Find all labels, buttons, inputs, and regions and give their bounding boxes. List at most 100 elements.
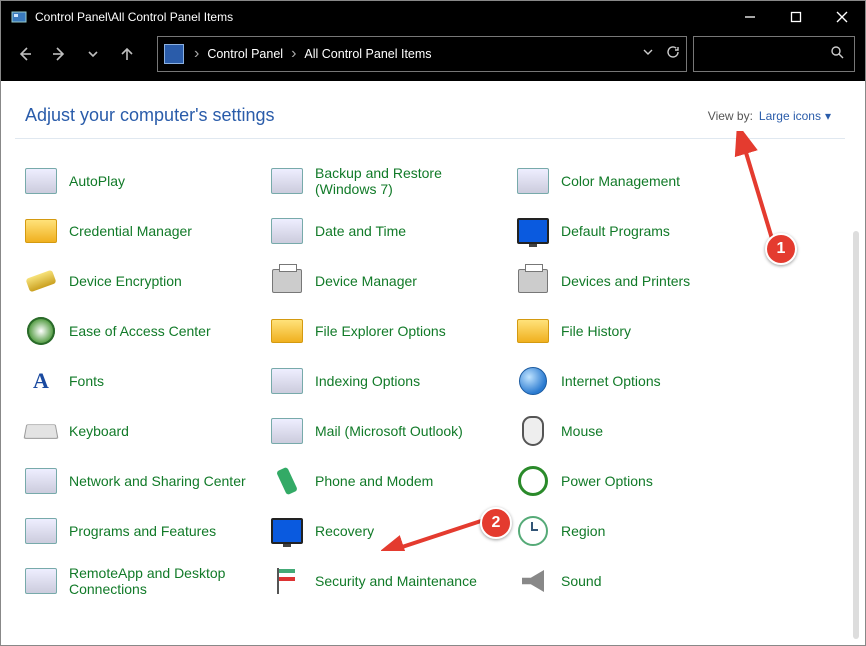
region-icon	[517, 515, 549, 547]
cpl-item-fonts[interactable]: A Fonts	[25, 365, 271, 397]
view-by-label: View by:	[708, 109, 753, 123]
address-dropdown-button[interactable]	[642, 45, 654, 63]
recovery-icon	[271, 515, 303, 547]
item-label: Default Programs	[561, 223, 670, 239]
window-icon	[11, 9, 27, 25]
item-label: Region	[561, 523, 605, 539]
item-label: File Explorer Options	[315, 323, 446, 339]
cpl-item-sound[interactable]: Sound	[517, 565, 763, 597]
item-label: Indexing Options	[315, 373, 420, 389]
maximize-button[interactable]	[773, 1, 819, 33]
breadcrumb-part-2[interactable]: All Control Panel Items	[298, 43, 437, 65]
nav-toolbar: › Control Panel › All Control Panel Item…	[1, 33, 865, 81]
credential-manager-icon	[25, 215, 57, 247]
vertical-scrollbar[interactable]	[853, 231, 859, 639]
autoplay-icon	[25, 165, 57, 197]
item-label: Backup and Restore (Windows 7)	[315, 165, 505, 197]
item-label: Ease of Access Center	[69, 323, 211, 339]
device-encryption-icon	[25, 265, 57, 297]
default-programs-icon	[517, 215, 549, 247]
view-by-dropdown[interactable]: Large icons ▾	[759, 109, 831, 123]
cpl-item-internet-options[interactable]: Internet Options	[517, 365, 763, 397]
fonts-icon: A	[25, 365, 57, 397]
item-label: Device Manager	[315, 273, 417, 289]
breadcrumb-part-1[interactable]: Control Panel	[201, 43, 289, 65]
cpl-item-autoplay[interactable]: AutoPlay	[25, 165, 271, 197]
item-label: Mouse	[561, 423, 603, 439]
chevron-right-icon[interactable]: ›	[289, 45, 298, 63]
forward-button[interactable]	[45, 37, 73, 71]
cpl-item-devices-and-printers[interactable]: Devices and Printers	[517, 265, 763, 297]
devices-printers-icon	[517, 265, 549, 297]
color-management-icon	[517, 165, 549, 197]
item-label: Mail (Microsoft Outlook)	[315, 423, 463, 439]
cpl-item-backup-and-restore-windows-7[interactable]: Backup and Restore (Windows 7)	[271, 165, 517, 197]
cpl-item-region[interactable]: Region	[517, 515, 763, 547]
search-box[interactable]	[693, 36, 855, 72]
cpl-item-color-management[interactable]: Color Management	[517, 165, 763, 197]
cpl-item-credential-manager[interactable]: Credential Manager	[25, 215, 271, 247]
cpl-item-programs-and-features[interactable]: Programs and Features	[25, 515, 271, 547]
item-label: Network and Sharing Center	[69, 473, 246, 489]
item-label: Device Encryption	[69, 273, 182, 289]
item-label: Color Management	[561, 173, 680, 189]
cpl-item-network-and-sharing-center[interactable]: Network and Sharing Center	[25, 465, 271, 497]
close-button[interactable]	[819, 1, 865, 33]
recent-locations-button[interactable]	[79, 37, 107, 71]
cpl-item-device-encryption[interactable]: Device Encryption	[25, 265, 271, 297]
up-button[interactable]	[113, 37, 141, 71]
ease-of-access-icon	[25, 315, 57, 347]
item-label: AutoPlay	[69, 173, 125, 189]
item-label: File History	[561, 323, 631, 339]
cpl-item-date-and-time[interactable]: Date and Time	[271, 215, 517, 247]
programs-features-icon	[25, 515, 57, 547]
address-bar[interactable]: › Control Panel › All Control Panel Item…	[157, 36, 687, 72]
item-label: Devices and Printers	[561, 273, 690, 289]
caret-down-icon: ▾	[825, 109, 831, 123]
back-button[interactable]	[11, 37, 39, 71]
cpl-item-indexing-options[interactable]: Indexing Options	[271, 365, 517, 397]
cpl-item-device-manager[interactable]: Device Manager	[271, 265, 517, 297]
cpl-item-security-and-maintenance[interactable]: Security and Maintenance	[271, 565, 517, 597]
file-explorer-options-icon	[271, 315, 303, 347]
cpl-item-mail-microsoft-outlook[interactable]: Mail (Microsoft Outlook)	[271, 415, 517, 447]
cpl-item-file-history[interactable]: File History	[517, 315, 763, 347]
item-label: Fonts	[69, 373, 104, 389]
cpl-item-mouse[interactable]: Mouse	[517, 415, 763, 447]
cpl-item-remoteapp-and-desktop-connections[interactable]: RemoteApp and Desktop Connections	[25, 565, 271, 597]
date-time-icon	[271, 215, 303, 247]
titlebar: Control Panel\All Control Panel Items	[1, 1, 865, 33]
cpl-item-keyboard[interactable]: Keyboard	[25, 415, 271, 447]
window-title: Control Panel\All Control Panel Items	[35, 10, 233, 24]
backup-restore-icon	[271, 165, 303, 197]
security-maintenance-icon	[271, 565, 303, 597]
item-label: Recovery	[315, 523, 374, 539]
internet-options-icon	[517, 365, 549, 397]
sound-icon	[517, 565, 549, 597]
phone-modem-icon	[271, 465, 303, 497]
file-history-icon	[517, 315, 549, 347]
mouse-icon	[517, 415, 549, 447]
cpl-item-default-programs[interactable]: Default Programs	[517, 215, 763, 247]
chevron-right-icon[interactable]: ›	[192, 45, 201, 63]
cpl-item-power-options[interactable]: Power Options	[517, 465, 763, 497]
device-manager-icon	[271, 265, 303, 297]
power-options-icon	[517, 465, 549, 497]
keyboard-icon	[25, 415, 57, 447]
content-area: Adjust your computer's settings View by:…	[1, 81, 859, 645]
item-label: Security and Maintenance	[315, 573, 477, 589]
item-label: Sound	[561, 573, 601, 589]
remoteapp-icon	[25, 565, 57, 597]
minimize-button[interactable]	[727, 1, 773, 33]
item-label: RemoteApp and Desktop Connections	[69, 565, 259, 597]
item-label: Phone and Modem	[315, 473, 433, 489]
control-panel-window: Control Panel\All Control Panel Items › …	[0, 0, 866, 646]
refresh-button[interactable]	[666, 45, 680, 64]
cpl-item-file-explorer-options[interactable]: File Explorer Options	[271, 315, 517, 347]
cpl-item-phone-and-modem[interactable]: Phone and Modem	[271, 465, 517, 497]
search-icon	[830, 45, 844, 64]
cpl-item-ease-of-access-center[interactable]: Ease of Access Center	[25, 315, 271, 347]
cpl-item-recovery[interactable]: Recovery	[271, 515, 517, 547]
network-sharing-icon	[25, 465, 57, 497]
item-label: Internet Options	[561, 373, 661, 389]
